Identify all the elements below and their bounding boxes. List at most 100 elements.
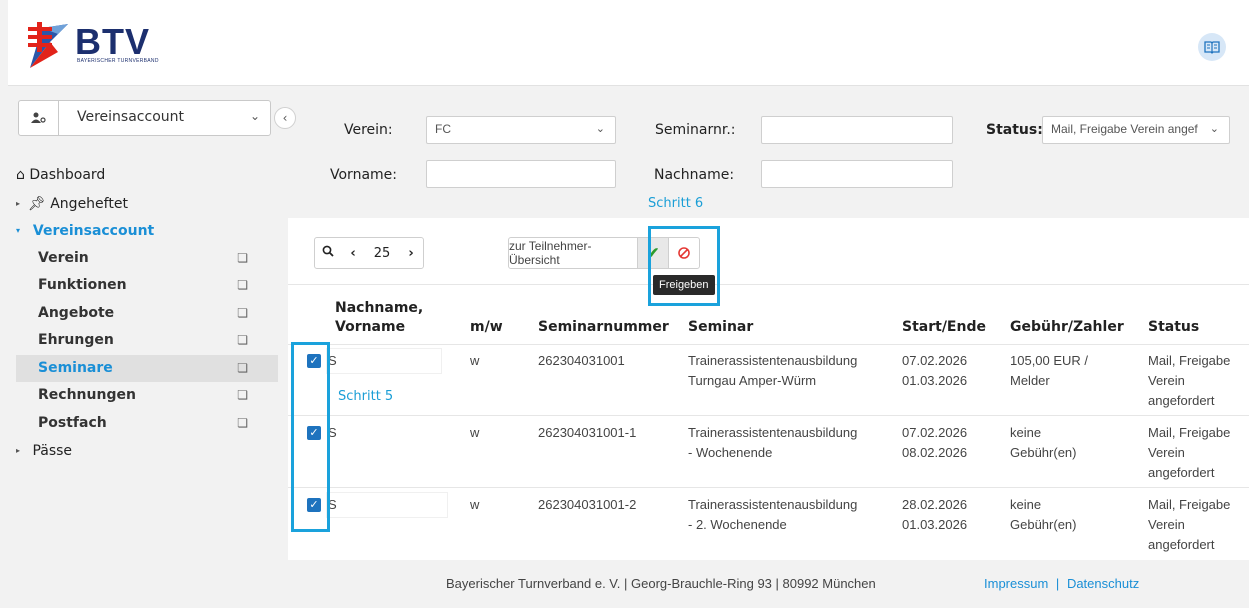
cell-status: Mail, Freigabe	[1148, 353, 1231, 368]
sidebar-item-label: Vereinsaccount	[32, 222, 155, 239]
sidebar-item-verein[interactable]: Verein ❏	[16, 245, 278, 273]
sidebar-item-label: Funktionen	[38, 277, 127, 293]
cell-status: Verein	[1148, 517, 1185, 532]
cell-gebuehr: keine	[1010, 425, 1042, 440]
caret-down-icon: ▾	[16, 226, 21, 235]
home-icon: ⌂	[16, 167, 25, 183]
footer-separator: |	[1055, 576, 1060, 591]
step5-highlight-frame	[291, 342, 330, 532]
prev-page-button[interactable]: ‹	[341, 246, 365, 261]
sidebar-item-postfach[interactable]: Postfach ❏	[16, 410, 278, 438]
cell-seminar: Trainerassistentenausbildung	[688, 353, 858, 368]
sidebar-item-angebote[interactable]: Angebote ❏	[16, 300, 278, 328]
step5-annotation: Schritt 5	[338, 389, 394, 404]
pin-icon[interactable]: ❏	[237, 300, 248, 328]
sidebar-item-label: Seminare	[38, 359, 113, 376]
seminarnr-input[interactable]	[761, 116, 953, 144]
participants-overview-button[interactable]: zur Teilnehmer-Übersicht	[508, 237, 638, 269]
sidebar-item-label: Angeheftet	[50, 195, 128, 212]
sidebar-item-paesse[interactable]: ▸ Pässe	[16, 437, 278, 465]
app-header: BTV BAYERISCHER TURNVERBAND	[8, 0, 1249, 86]
pin-icon: 📌︎	[28, 195, 46, 212]
cell-status: Verein	[1148, 373, 1185, 388]
column-header-name-1[interactable]: Nachname,	[335, 298, 423, 318]
column-header-seminarnummer[interactable]: Seminarnummer	[538, 317, 669, 337]
collapse-sidebar-button[interactable]: ‹	[274, 107, 296, 129]
filter-panel: Verein: FC ⌄ Seminarnr.: Status: Mail, F…	[288, 86, 1249, 218]
cell-seminarnummer: 262304031001-1	[538, 425, 637, 440]
column-header-startende[interactable]: Start/Ende	[902, 317, 986, 337]
verein-select-value: FC	[435, 122, 451, 136]
sidebar-item-ehrungen[interactable]: Ehrungen ❏	[16, 327, 278, 355]
chevron-down-icon: ⌄	[1209, 123, 1219, 135]
cell-zahler: Gebühr(en)	[1010, 445, 1077, 460]
cell-seminar: - 2. Wochenende	[688, 517, 787, 532]
cell-gebuehr: 105,00 EUR /	[1010, 353, 1089, 368]
main-content: Verein: FC ⌄ Seminarnr.: Status: Mail, F…	[288, 86, 1249, 608]
pin-icon[interactable]: ❏	[237, 245, 248, 273]
sidebar-item-funktionen[interactable]: Funktionen ❏	[16, 272, 278, 300]
pin-icon[interactable]: ❏	[237, 355, 248, 383]
nachname-input[interactable]	[761, 160, 953, 188]
column-header-name-2[interactable]: Vorname	[335, 317, 405, 337]
verein-select[interactable]: FC ⌄	[426, 116, 616, 144]
cell-zahler: Gebühr(en)	[1010, 517, 1077, 532]
cell-seminarnummer: 262304031001-2	[538, 497, 637, 512]
btv-logo[interactable]: BTV BAYERISCHER TURNVERBAND	[28, 22, 208, 72]
seminar-table: Nachname, Vorname m/w Seminarnummer Semi…	[288, 284, 1249, 560]
account-select[interactable]: Vereinsaccount ⌄	[18, 100, 271, 136]
sidebar-item-rechnungen[interactable]: Rechnungen ❏	[16, 382, 278, 410]
pin-icon[interactable]: ❏	[237, 382, 248, 410]
sidebar-item-vereinsaccount[interactable]: ▾ Vereinsaccount	[16, 217, 278, 245]
cell-seminar: Trainerassistentenausbildung	[688, 425, 858, 440]
impressum-link[interactable]: Impressum	[984, 576, 1048, 591]
column-header-mw[interactable]: m/w	[470, 317, 503, 337]
cell-seminar: - Wochenende	[688, 445, 773, 460]
approve-tooltip: Freigeben	[653, 275, 715, 295]
divider	[288, 284, 1249, 285]
step6-annotation: Schritt 6	[648, 196, 704, 211]
cell-seminar: Trainerassistentenausbildung	[688, 497, 858, 512]
column-header-status[interactable]: Status	[1148, 317, 1199, 337]
column-header-seminar[interactable]: Seminar	[688, 317, 753, 337]
chevron-left-icon: ‹	[282, 111, 288, 125]
cell-status: angefordert	[1148, 465, 1215, 480]
sidebar-nav: ⌂ Dashboard ▸ 📌︎ Angeheftet ▾ Vereinsacco…	[16, 162, 278, 465]
vorname-input[interactable]	[426, 160, 616, 188]
cell-status: angefordert	[1148, 393, 1215, 408]
cell-status: Mail, Freigabe	[1148, 497, 1231, 512]
name-field	[326, 348, 442, 374]
pin-icon[interactable]: ❏	[237, 410, 248, 438]
verein-label: Verein:	[344, 122, 393, 138]
next-page-button[interactable]: ›	[399, 246, 423, 261]
logo-text: BTV	[75, 21, 150, 62]
sidebar-item-label: Ehrungen	[38, 332, 114, 348]
pagination: ‹ 25 ›	[314, 237, 424, 269]
divider	[288, 415, 1249, 416]
book-icon[interactable]	[1198, 33, 1226, 61]
pin-icon[interactable]: ❏	[237, 327, 248, 355]
nachname-label: Nachname:	[654, 167, 735, 183]
cell-status: Verein	[1148, 445, 1185, 460]
column-header-gebuehr[interactable]: Gebühr/Zahler	[1010, 317, 1124, 337]
status-select[interactable]: Mail, Freigabe Verein angef ⌄	[1042, 116, 1230, 144]
toolbar: ‹ 25 › zur Teilnehmer-Übersicht ✔ Freige…	[288, 218, 1249, 306]
divider	[288, 487, 1249, 488]
datenschutz-link[interactable]: Datenschutz	[1067, 576, 1139, 591]
name-field	[326, 492, 448, 518]
sidebar-item-dashboard[interactable]: ⌂ Dashboard	[16, 162, 278, 190]
page-size[interactable]: 25	[365, 246, 399, 261]
caret-right-icon: ▸	[16, 446, 21, 455]
account-select-label: Vereinsaccount	[77, 109, 184, 125]
footer: Bayerischer Turnverband e. V. | Georg-Br…	[288, 560, 1249, 608]
pin-icon[interactable]: ❏	[237, 272, 248, 300]
sidebar-item-seminare[interactable]: Seminare ❏	[16, 354, 278, 383]
cell-mw: w	[470, 353, 480, 368]
footer-links: Impressum | Datenschutz	[984, 576, 1139, 591]
search-icon[interactable]	[315, 245, 341, 261]
sidebar-item-label: Dashboard	[29, 167, 106, 183]
status-select-value: Mail, Freigabe Verein angef	[1051, 122, 1198, 136]
sidebar-item-angeheftet[interactable]: ▸ 📌︎ Angeheftet	[16, 190, 278, 218]
cell-ende: 01.03.2026	[902, 373, 968, 388]
sidebar-item-label: Postfach	[38, 414, 107, 431]
